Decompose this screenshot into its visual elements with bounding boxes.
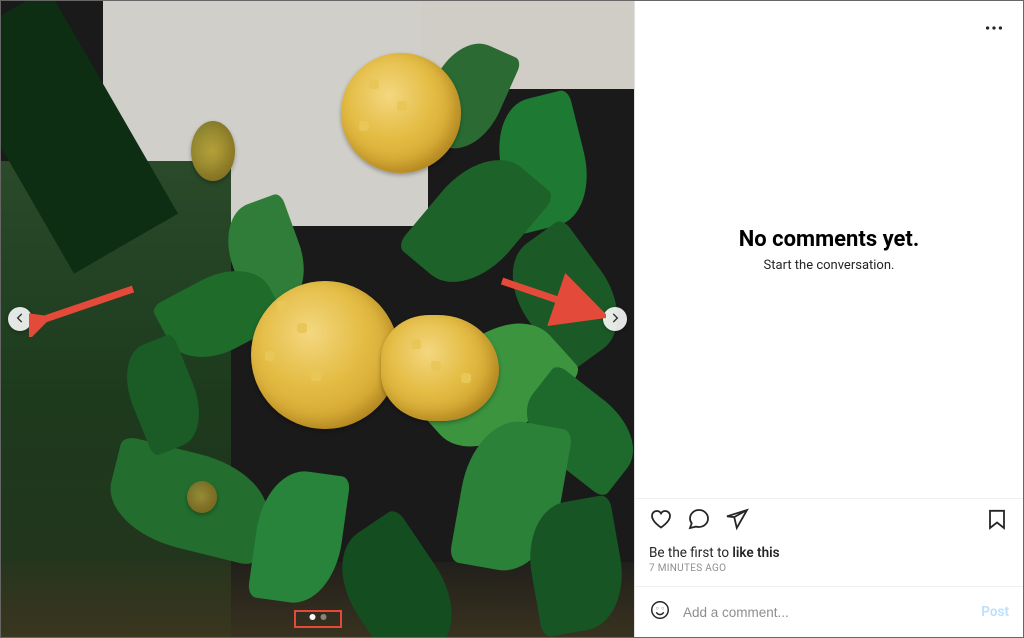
comment-input[interactable] xyxy=(683,605,969,620)
carousel-dot[interactable] xyxy=(309,614,315,620)
bookmark-icon xyxy=(985,507,1009,535)
post-sidebar: No comments yet. Start the conversation. xyxy=(634,1,1023,637)
empty-title: No comments yet. xyxy=(739,227,919,252)
like-button[interactable] xyxy=(649,507,673,535)
chevron-right-icon xyxy=(608,310,622,329)
chevron-left-icon xyxy=(13,310,27,329)
emoji-icon xyxy=(649,599,671,625)
save-button[interactable] xyxy=(985,507,1009,535)
comment-button[interactable] xyxy=(687,507,711,535)
post-comment-button[interactable]: Post xyxy=(981,604,1009,620)
emoji-button[interactable] xyxy=(649,599,671,625)
more-icon xyxy=(983,24,1005,43)
action-bar xyxy=(635,498,1023,539)
likes-text[interactable]: Be the first to like this xyxy=(635,539,1023,561)
share-icon xyxy=(725,507,749,535)
empty-subtitle: Start the conversation. xyxy=(764,258,895,273)
post-image xyxy=(1,1,634,637)
carousel-dots xyxy=(303,611,332,623)
more-options-button[interactable] xyxy=(977,11,1011,49)
timestamp: 7 MINUTES AGO xyxy=(635,561,1023,586)
post-modal: No comments yet. Start the conversation. xyxy=(0,0,1024,638)
comment-icon xyxy=(687,507,711,535)
comment-bar: Post xyxy=(635,586,1023,637)
next-slide-button[interactable] xyxy=(603,307,627,331)
share-button[interactable] xyxy=(725,507,749,535)
carousel-dot[interactable] xyxy=(320,614,326,620)
prev-slide-button[interactable] xyxy=(8,307,32,331)
media-panel xyxy=(1,1,634,637)
heart-icon xyxy=(649,507,673,535)
empty-comments: No comments yet. Start the conversation. xyxy=(635,1,1023,498)
